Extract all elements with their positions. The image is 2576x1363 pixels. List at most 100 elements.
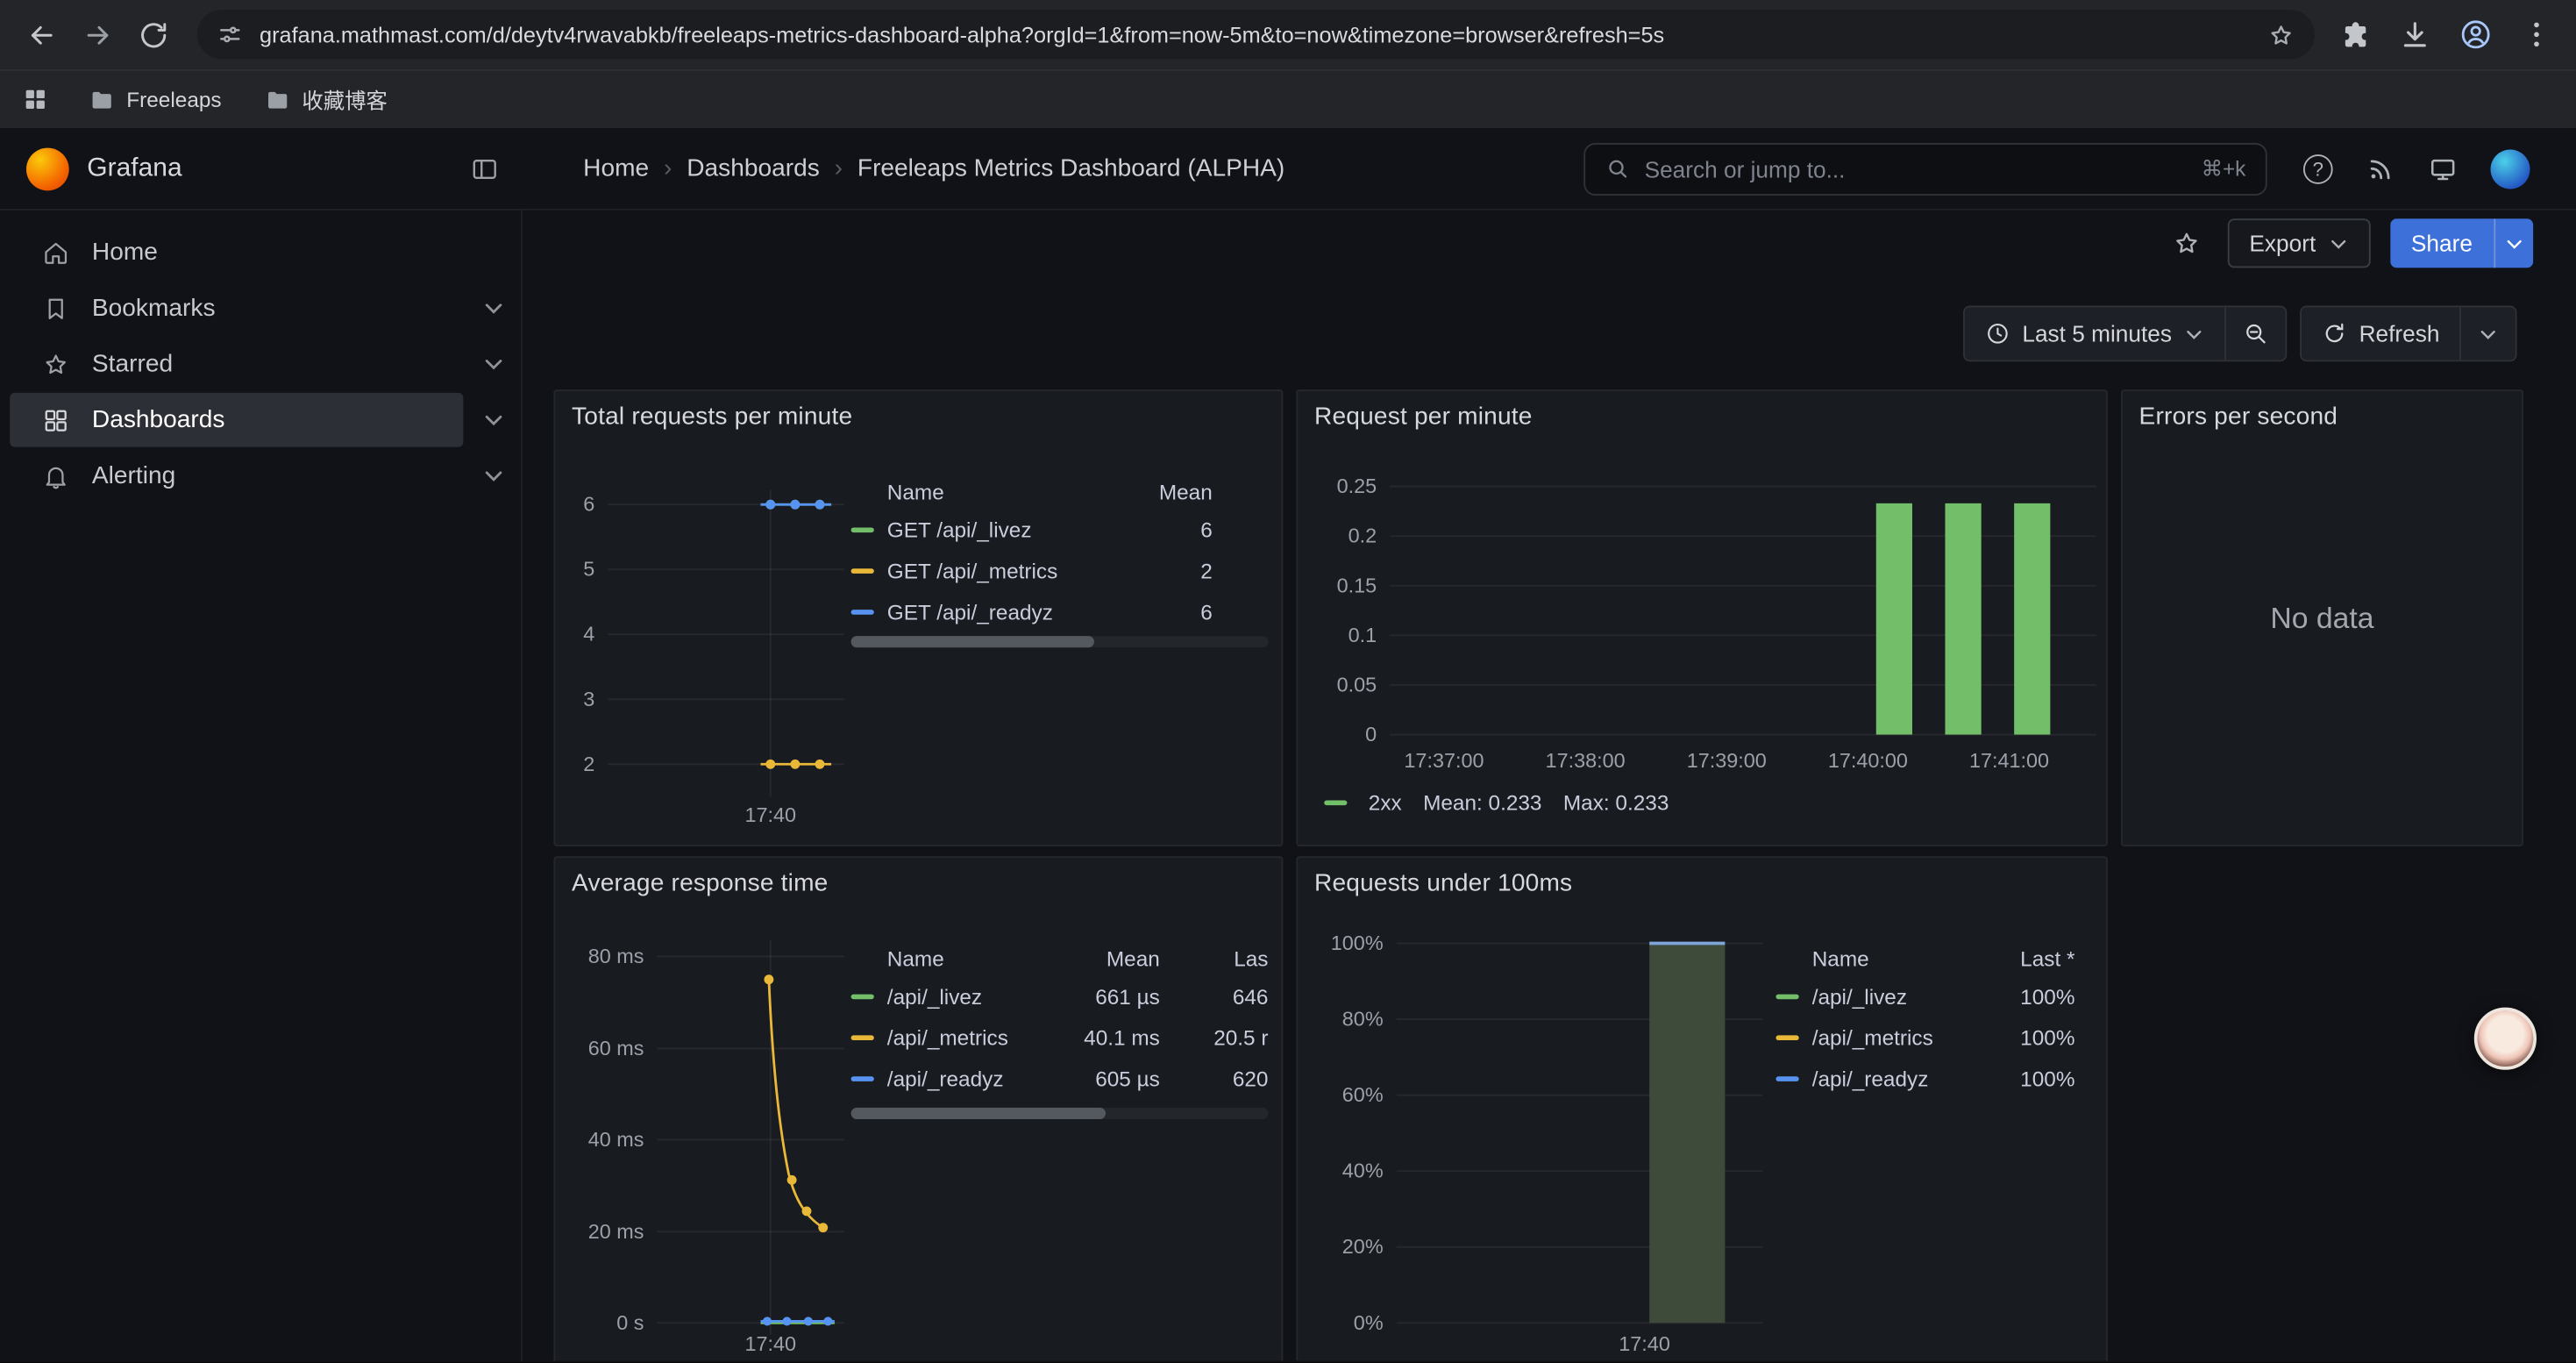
panel-title[interactable]: Requests under 100ms [1314, 869, 1572, 897]
url-text[interactable]: grafana.mathmast.com/d/deytv4rwavabkb/fr… [260, 22, 2251, 46]
svg-text:2: 2 [583, 753, 594, 775]
sidebar-item-bookmarks[interactable]: Bookmarks [10, 281, 463, 335]
legend-col-name[interactable]: Name [887, 946, 1055, 970]
bookmark-label: Freeleaps [126, 87, 221, 111]
sidebar-toggle-icon[interactable] [463, 147, 506, 190]
panel-legend[interactable]: 2xxMean: 0.233Max: 0.233 [1324, 790, 1669, 815]
forward-button[interactable] [69, 6, 125, 62]
export-button[interactable]: Export [2228, 218, 2370, 268]
help-icon[interactable]: ? [2303, 153, 2333, 183]
chevron-down-icon[interactable] [481, 408, 506, 432]
legend-col-name[interactable]: Name [887, 479, 1107, 503]
downloads-icon[interactable] [2399, 18, 2431, 51]
chevron-down-icon[interactable] [481, 296, 506, 320]
nav-sidebar: Home BookmarksStarredDashboards Alerting [0, 211, 523, 1361]
legend-row[interactable]: GET /api/_readyz6 [851, 592, 1269, 633]
series-name: GET /api/_livez [887, 517, 1107, 542]
time-range-picker[interactable]: Last 5 minutes [1965, 307, 2224, 360]
profile-avatar[interactable] [2459, 18, 2492, 51]
extensions-icon[interactable] [2338, 18, 2370, 51]
series-value: 20.5 r [1160, 1025, 1269, 1050]
site-info-icon[interactable] [217, 21, 243, 47]
sidebar-item-dashboards[interactable]: Dashboards [10, 393, 463, 447]
screen: grafana.mathmast.com/d/deytv4rwavabkb/fr… [0, 0, 2576, 1362]
folder-icon [264, 86, 290, 112]
sidebar-item-alerting[interactable]: Alerting [10, 449, 463, 503]
sidebar-item-label: Home [92, 239, 158, 267]
panel-title[interactable]: Total requests per minute [572, 403, 852, 431]
legend-scrollbar[interactable] [851, 1108, 1269, 1119]
panel-errors-per-second: Errors per second No data [2121, 389, 2523, 846]
sidebar-item-home[interactable]: Home [10, 225, 463, 280]
zoom-out-icon[interactable] [2224, 307, 2285, 360]
bookmark-item-1[interactable]: 收藏博客 [264, 84, 388, 116]
legend-row[interactable]: /api/_metrics100% [1775, 1017, 2096, 1059]
svg-text:17:39:00: 17:39:00 [1687, 749, 1767, 772]
chevron-down-icon[interactable] [481, 352, 506, 376]
svg-text:0.1: 0.1 [1348, 624, 1377, 646]
share-menu-caret[interactable] [2494, 218, 2533, 268]
series-value: 605 µs [1055, 1067, 1160, 1091]
favorite-star-icon[interactable] [2166, 222, 2209, 265]
legend-row[interactable]: /api/_livez661 µs646 [851, 976, 1269, 1017]
address-bar[interactable]: grafana.mathmast.com/d/deytv4rwavabkb/fr… [197, 10, 2315, 59]
legend-row[interactable]: GET /api/_livez6 [851, 510, 1269, 551]
breadcrumb-item-2: Freeleaps Metrics Dashboard (ALPHA) [857, 154, 1284, 182]
back-button[interactable] [13, 6, 69, 62]
panel-legend: NameLast */api/_livez100%/api/_metrics10… [1775, 940, 2096, 1100]
chevron-down-icon[interactable] [481, 463, 506, 488]
legend-col-2[interactable]: Las [1160, 946, 1269, 970]
bookmark-star-icon[interactable] [2267, 20, 2295, 48]
legend-row[interactable]: /api/_metrics40.1 ms20.5 r [851, 1017, 1269, 1059]
series-name: /api/_readyz [887, 1067, 1055, 1091]
series-color-dash [851, 995, 874, 1000]
breadcrumb-item-1[interactable]: Dashboards [687, 154, 820, 182]
monitor-icon[interactable] [2428, 153, 2458, 183]
no-data-message: No data [2123, 391, 2522, 845]
breadcrumb-item-0[interactable]: Home [583, 154, 649, 182]
browser-menu-icon[interactable] [2520, 18, 2552, 51]
bookmark-item-0[interactable]: Freeleaps [89, 86, 221, 112]
series-value: 2 [1107, 559, 1213, 583]
svg-text:17:40:00: 17:40:00 [1828, 749, 1908, 772]
series-color-dash [851, 1076, 874, 1081]
legend-row[interactable]: /api/_livez100% [1775, 976, 2096, 1017]
grafana-logo[interactable] [26, 147, 69, 190]
legend-col-name[interactable]: Name [1812, 946, 1970, 970]
share-button[interactable]: Share [2390, 218, 2494, 268]
export-label: Export [2249, 230, 2316, 256]
refresh-button[interactable]: Refresh [2302, 307, 2459, 360]
panel-title[interactable]: Average response time [572, 869, 828, 897]
series-name: /api/_livez [1812, 984, 1970, 1009]
search-shortcut: ⌘+k [2202, 155, 2246, 182]
user-avatar[interactable] [2491, 149, 2530, 189]
series-value: 100% [1970, 1025, 2075, 1050]
floating-avatar[interactable] [2474, 1008, 2537, 1070]
panel-legend: NameMean GET /api/_livez6GET /api/_metric… [851, 474, 1269, 633]
svg-text:17:40: 17:40 [1619, 1332, 1670, 1355]
refresh-interval-caret[interactable] [2459, 307, 2516, 360]
apps-grid-icon[interactable] [21, 85, 49, 113]
legend-row[interactable]: /api/_readyz100% [1775, 1059, 2096, 1100]
legend-scrollbar[interactable] [851, 636, 1269, 647]
svg-text:5: 5 [583, 558, 594, 581]
reload-button[interactable] [125, 6, 181, 62]
svg-text:17:40: 17:40 [744, 803, 796, 826]
news-rss-icon[interactable] [2366, 153, 2395, 183]
legend-col-1[interactable]: Last * [1970, 946, 2075, 970]
panel-title[interactable]: Request per minute [1314, 403, 1533, 431]
svg-text:0.05: 0.05 [1337, 673, 1377, 696]
search-placeholder: Search or jump to... [1645, 155, 2187, 182]
svg-text:40%: 40% [1342, 1160, 1384, 1182]
sidebar-item-label: Alerting [92, 462, 175, 490]
panel-total-requests-per-minute: Total requests per minute 6543217:40 Nam… [553, 389, 1283, 846]
svg-text:20 ms: 20 ms [588, 1220, 644, 1243]
series-value: 646 [1160, 984, 1269, 1009]
sidebar-item-starred[interactable]: Starred [10, 337, 463, 391]
search-input[interactable]: Search or jump to... ⌘+k [1583, 142, 2266, 195]
legend-row[interactable]: GET /api/_metrics2 [851, 551, 1269, 592]
series-value: 620 [1160, 1067, 1269, 1091]
legend-row[interactable]: /api/_readyz605 µs620 [851, 1059, 1269, 1100]
legend-col-1[interactable]: Mean [1107, 479, 1213, 503]
legend-col-1[interactable]: Mean [1055, 946, 1160, 970]
